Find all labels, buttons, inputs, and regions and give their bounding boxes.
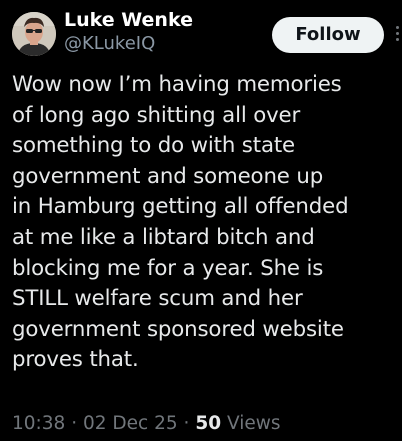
post-text-line: government sponsored website: [12, 316, 344, 342]
post-text: Wow now I’m having memories of long ago …: [12, 70, 396, 376]
post-text-line: Wow now I’m having memories: [12, 72, 342, 97]
follow-button[interactable]: Follow: [272, 17, 384, 53]
user-names: Luke Wenke @KLukeIQ: [64, 8, 193, 56]
user-handle[interactable]: @KLukeIQ: [64, 32, 193, 56]
post-text-line: blocking me for a year. She is: [12, 255, 324, 281]
post-date[interactable]: 02 Dec 25: [83, 413, 178, 434]
views-label: Views: [226, 413, 281, 434]
post-text-line: of long ago shitting all over: [12, 102, 301, 128]
post-time[interactable]: 10:38: [12, 413, 65, 434]
avatar[interactable]: [12, 12, 56, 56]
more-dots-icon[interactable]: [394, 26, 400, 46]
post-card: Luke Wenke @KLukeIQ Follow Wow now I’m h…: [0, 0, 402, 441]
meta-separator: ·: [71, 413, 78, 434]
post-text-line: proves that.: [12, 347, 139, 373]
post-text-line: at me like a libtard bitch and: [12, 224, 315, 250]
views-count[interactable]: 50: [195, 413, 221, 434]
avatar-image: [12, 12, 56, 56]
meta-separator: ·: [183, 413, 190, 434]
post-text-line: government and someone up: [12, 163, 324, 189]
post-text-line: STILL welfare scum and her: [12, 286, 303, 312]
post-meta: 10:38 · 02 Dec 25 · 50 Views: [12, 412, 281, 436]
display-name[interactable]: Luke Wenke: [64, 8, 193, 32]
post-text-line: something to do with state: [12, 133, 295, 159]
post-text-line: in Hamburg getting all offended: [12, 194, 349, 220]
post-header: Luke Wenke @KLukeIQ Follow: [12, 8, 399, 58]
